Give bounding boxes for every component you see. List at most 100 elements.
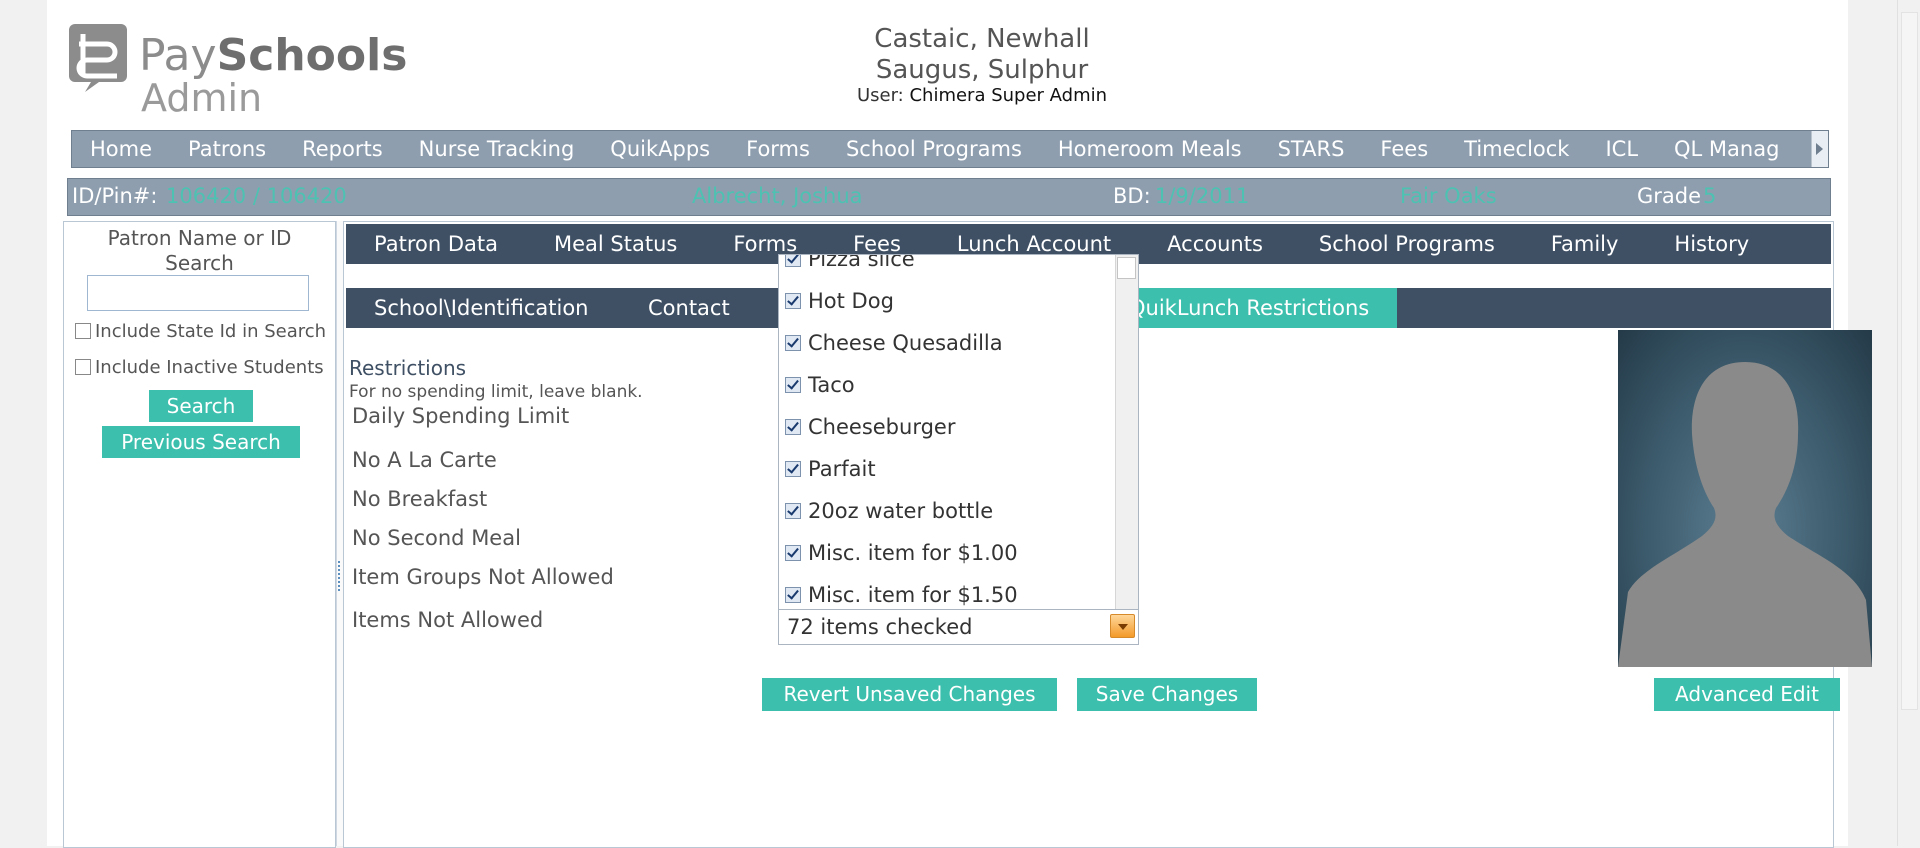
nav-item-stars[interactable]: STARS	[1260, 131, 1363, 167]
nav-item-homeroom-meals[interactable]: Homeroom Meals	[1040, 131, 1260, 167]
option-label: Taco	[808, 373, 855, 397]
nav-item-reports[interactable]: Reports	[284, 131, 401, 167]
id-pin-value: 106420 / 106420	[166, 184, 347, 208]
district-line-2: Saugus, Sulphur	[875, 55, 1089, 85]
option-label: Parfait	[808, 457, 876, 481]
nav-item-nurse-tracking[interactable]: Nurse Tracking	[401, 131, 593, 167]
district-line-1: Castaic, Newhall	[874, 24, 1090, 54]
checked-checkbox-icon[interactable]	[785, 503, 801, 519]
tab-school-programs[interactable]: School Programs	[1291, 224, 1523, 264]
splitter-grip-icon	[338, 561, 342, 591]
include-state-id-checkbox[interactable]	[75, 323, 91, 339]
option-label: 20oz water bottle	[808, 499, 994, 523]
tab-quiklunch-restrictions[interactable]: QuikLunch Restrictions	[1101, 288, 1398, 328]
include-inactive-row[interactable]: Include Inactive Students	[75, 357, 324, 378]
search-title-line-2: Search	[165, 251, 234, 275]
logo-pay-text: Pay	[139, 30, 217, 81]
option-pizza-slice[interactable]: Pizza slice	[785, 254, 915, 277]
id-pin-label: ID/Pin#:	[72, 184, 158, 208]
user-label: User:	[856, 85, 904, 106]
advanced-edit-button[interactable]: Advanced Edit	[1654, 678, 1840, 711]
nav-item-icl[interactable]: ICL	[1587, 131, 1656, 167]
checked-checkbox-icon[interactable]	[785, 545, 801, 561]
tab-history[interactable]: History	[1646, 224, 1777, 264]
option-20oz-water-bottle[interactable]: 20oz water bottle	[785, 499, 993, 529]
include-state-id-row[interactable]: Include State Id in Search	[75, 321, 326, 342]
option-parfait[interactable]: Parfait	[785, 457, 876, 487]
option-taco[interactable]: Taco	[785, 373, 855, 403]
option-cheeseburger[interactable]: Cheeseburger	[785, 415, 955, 445]
option-cheese-quesadilla[interactable]: Cheese Quesadilla	[785, 331, 1003, 361]
search-panel-title: Patron Name or ID Search	[64, 226, 335, 276]
chevron-down-icon	[1118, 624, 1128, 630]
page-scrollbar-thumb[interactable]	[1901, 12, 1918, 710]
school-name: Fair Oaks	[1400, 184, 1497, 208]
include-state-id-label: Include State Id in Search	[95, 321, 327, 342]
patron-search-panel: Patron Name or ID Search Include State I…	[63, 221, 336, 848]
options-scrollbar[interactable]	[1115, 255, 1138, 611]
tab-accounts[interactable]: Accounts	[1139, 224, 1291, 264]
option-label: Hot Dog	[808, 289, 894, 313]
tab-meal-status[interactable]: Meal Status	[526, 224, 705, 264]
district-name: Castaic, Newhall Saugus, Sulphur	[782, 24, 1182, 86]
no-breakfast-label: No Breakfast	[352, 487, 488, 511]
nav-item-patrons[interactable]: Patrons	[170, 131, 284, 167]
items-not-allowed-options-list[interactable]: Pizza slice Hot Dog Cheese Quesadilla Taco C…	[778, 254, 1139, 612]
include-inactive-checkbox[interactable]	[75, 359, 91, 375]
checked-checkbox-icon[interactable]	[785, 587, 801, 603]
checked-checkbox-icon[interactable]	[785, 255, 801, 267]
previous-search-button[interactable]: Previous Search	[102, 426, 300, 458]
nav-item-timeclock[interactable]: Timeclock	[1446, 131, 1587, 167]
nav-item-forms[interactable]: Forms	[728, 131, 828, 167]
nav-item-fees[interactable]: Fees	[1362, 131, 1446, 167]
checked-checkbox-icon[interactable]	[785, 377, 801, 393]
tab-school-identification[interactable]: School\Identification	[374, 288, 588, 328]
option-label: Pizza slice	[808, 254, 915, 271]
patron-search-input[interactable]	[87, 275, 309, 311]
save-changes-button[interactable]: Save Changes	[1077, 678, 1257, 711]
logo-wordmark: PaySchools	[139, 34, 407, 78]
checked-checkbox-icon[interactable]	[785, 461, 801, 477]
items-not-allowed-select[interactable]: 72 items checked	[778, 609, 1139, 645]
grade-value: 5	[1703, 184, 1717, 208]
revert-unsaved-changes-button[interactable]: Revert Unsaved Changes	[762, 678, 1057, 711]
user-name: Chimera Super Admin	[909, 85, 1108, 106]
grade-label: Grade	[1637, 184, 1702, 208]
payschools-logo-icon	[69, 24, 127, 92]
include-inactive-label: Include Inactive Students	[95, 357, 324, 378]
option-misc-item-for-1-00[interactable]: Misc. item for $1.00	[785, 541, 1018, 571]
search-title-line-1: Patron Name or ID	[107, 226, 292, 250]
birthdate-label: BD:	[1113, 184, 1151, 208]
restrictions-note: For no spending limit, leave blank.	[349, 382, 643, 402]
birthdate-value: 1/9/2011	[1155, 184, 1250, 208]
top-navigation: Home Patrons Reports Nurse Tracking QuikApps…	[71, 130, 1829, 168]
items-checked-summary: 72 items checked	[787, 615, 973, 639]
option-label: Cheese Quesadilla	[808, 331, 1003, 355]
no-second-meal-label: No Second Meal	[352, 526, 521, 550]
no-a-la-carte-label: No A La Carte	[352, 448, 497, 472]
option-misc-item-for-1-50[interactable]: Misc. item for $1.50	[785, 583, 1018, 611]
nav-scroll-right-button[interactable]	[1811, 131, 1828, 167]
item-groups-not-allowed-label: Item Groups Not Allowed	[352, 565, 614, 589]
checked-checkbox-icon[interactable]	[785, 293, 801, 309]
chevron-right-icon	[1816, 143, 1823, 155]
option-hot-dog[interactable]: Hot Dog	[785, 289, 894, 319]
daily-spending-limit-label: Daily Spending Limit	[352, 404, 570, 428]
page-vertical-scrollbar[interactable]	[1897, 0, 1920, 846]
checked-checkbox-icon[interactable]	[785, 335, 801, 351]
nav-item-ql-manag[interactable]: QL Manag	[1656, 131, 1797, 167]
search-button[interactable]: Search	[149, 390, 253, 422]
dropdown-toggle-button[interactable]	[1110, 614, 1135, 638]
patron-info-bar: ID/Pin#: 106420 / 106420 Albrecht, Joshu…	[67, 178, 1831, 216]
nav-item-school-programs[interactable]: School Programs	[828, 131, 1040, 167]
options-scrollbar-thumb[interactable]	[1117, 257, 1136, 279]
restrictions-title: Restrictions	[349, 356, 467, 380]
tab-family[interactable]: Family	[1523, 224, 1647, 264]
tab-patron-data[interactable]: Patron Data	[346, 224, 526, 264]
tab-contact[interactable]: Contact	[648, 288, 730, 328]
page: PaySchools Admin Castaic, Newhall Saugus…	[47, 0, 1872, 848]
nav-item-home[interactable]: Home	[72, 131, 170, 167]
nav-item-quikapps[interactable]: QuikApps	[592, 131, 728, 167]
current-user: User: Chimera Super Admin	[782, 85, 1182, 106]
checked-checkbox-icon[interactable]	[785, 419, 801, 435]
